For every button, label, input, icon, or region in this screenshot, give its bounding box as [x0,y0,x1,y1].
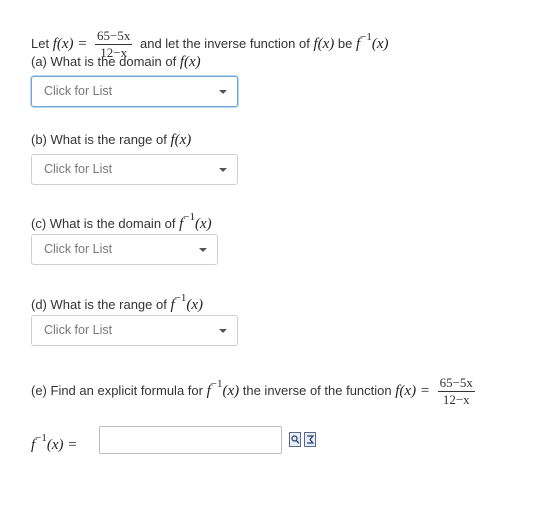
domain-f-select[interactable]: Click for List [31,76,238,107]
preview-icon-glyph [291,435,300,444]
preview-icon[interactable] [289,432,301,447]
question-b-text: (b) What is the range of [31,132,167,147]
question-e-arg: (x) [222,383,240,399]
chevron-down-icon [219,168,227,172]
question-c-math: f−1(x) [179,211,212,232]
intro-f-of-x: f(x) [313,36,335,52]
chevron-down-icon [219,90,227,94]
answer-label-math: f−1(x) = [31,432,78,453]
question-e-finv: f−1(x) [207,378,240,399]
question-d-arg: (x) [186,297,204,313]
equation-editor-icon[interactable] [304,432,316,447]
domain-finv-select-value: Click for List [44,242,113,256]
question-e-label: (e) Find an explicit formula for f−1(x) … [31,369,479,407]
inverse-formula-input[interactable] [99,426,282,454]
chevron-down-icon [199,248,207,252]
intro-fx: f(x) = [52,36,88,52]
question-e-fraction: 65−5x 12−x [437,375,475,408]
question-d-math: f−1(x) [170,292,204,313]
question-d-label: (d) What is the range of f−1(x) [31,290,203,315]
question-b-math: f(x) [170,132,192,148]
question-b-label: (b) What is the range of f(x) [31,131,191,149]
answer-label-arg: (x) = [46,437,78,453]
range-finv-select[interactable]: Click for List [31,315,238,346]
question-d-sup: −1 [174,292,187,304]
intro-finv-arg: (x) [371,36,389,52]
question-c-arg: (x) [195,216,212,232]
question-e-fraction-denominator: 12−x [442,392,470,408]
question-e-fx: f(x) = [395,383,430,399]
intro-finv-sup: −1 [360,31,372,43]
answer-label-sup: −1 [35,432,47,444]
question-a-math: f(x) [179,54,201,70]
question-c-text: (c) What is the domain of [31,216,176,231]
intro-text-let: Let [31,36,50,51]
answer-label: f−1(x) = [31,429,77,456]
question-e-sup: −1 [210,378,223,390]
question-a-text: (a) What is the domain of [31,54,177,69]
range-f-select[interactable]: Click for List [31,154,238,185]
question-a-label: (a) What is the domain of f(x) [31,53,201,71]
chevron-down-icon [219,329,227,333]
intro-finv: f−1(x) [356,31,389,52]
question-d-f: f [170,297,175,313]
intro-text-be: be [337,36,353,51]
equation-editor-icon-glyph [307,435,315,444]
question-d-text: (d) What is the range of [31,297,167,312]
question-c-sup: −1 [183,211,196,223]
domain-finv-select[interactable]: Click for List [31,234,218,265]
domain-f-select-value: Click for List [44,84,113,98]
question-c-label: (c) What is the domain of f−1(x) [31,209,212,234]
question-e-fraction-numerator: 65−5x [437,375,475,393]
intro-text-inverse: and let the inverse function of [139,36,310,51]
range-f-select-value: Click for List [44,162,113,176]
question-e-text2: the inverse of the function [242,383,392,398]
intro-fraction-numerator: 65−5x [95,28,133,46]
range-finv-select-value: Click for List [44,323,113,337]
intro-line: Let f(x) = 65−5x 12−x and let the invers… [31,22,389,60]
question-e-text1: (e) Find an explicit formula for [31,383,203,398]
